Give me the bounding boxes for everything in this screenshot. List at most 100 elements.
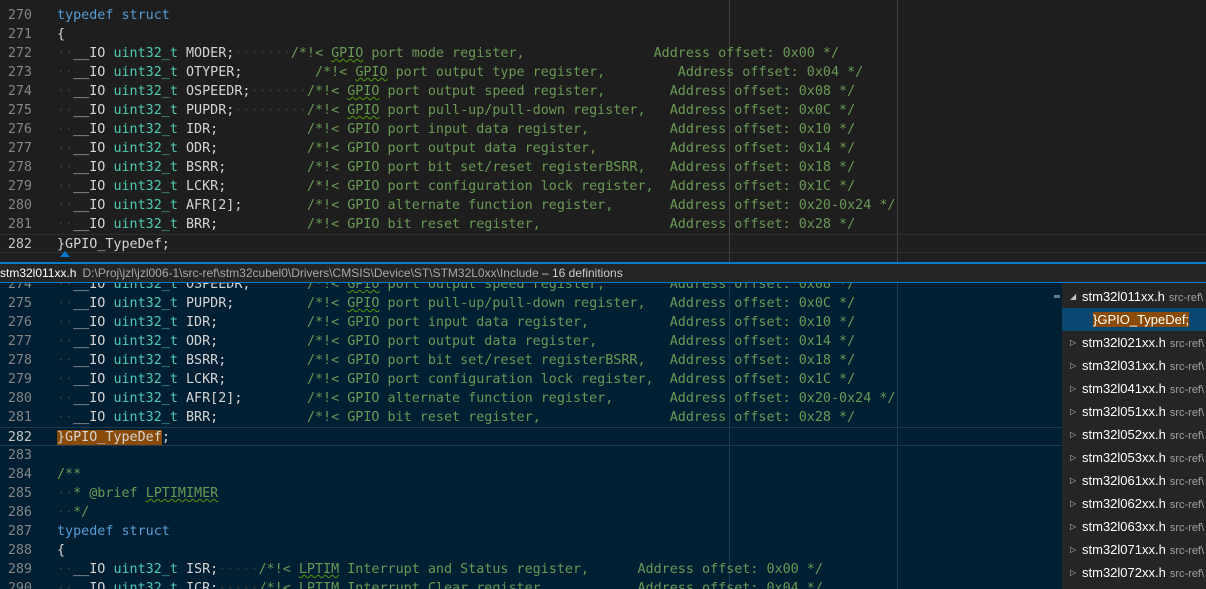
code-token: /*!< GPIO port bit set/reset registerBSR… [306,160,670,175]
code-line[interactable]: 274 ··__IO uint32_t OSPEEDR;·······/*!< G… [0,82,1206,101]
code-line[interactable]: 272 ··__IO uint32_t MODER;·······/*!< GPI… [0,44,1206,63]
peek-references-tree[interactable]: ◢ stm32l011xx.h src-ref\}GPIO_TypeDef; ▷ stm… [1062,283,1206,589]
code-line[interactable]: 278 ··__IO uint32_t BSRR; /*!< GPIO port … [0,158,1206,177]
tree-file-item[interactable]: ▷ stm32l051xx.h src-ref\ [1062,400,1206,423]
main-editor[interactable]: 270 typedef struct 271 {272 ··__IO uint32_t … [0,0,1206,262]
code-line[interactable]: 275 ··__IO uint32_t PUPDR;·········/*!< G… [0,101,1206,120]
chevron-down-icon[interactable]: ◢ [1070,285,1076,308]
peek-file-name[interactable]: stm32l011xx.h [0,266,76,280]
code-token: IDR; [177,315,307,330]
code-token: BSRR; [177,160,307,175]
code-token: Address offset: 0x18 */ [669,160,856,175]
line-number: 282 [7,430,32,445]
chevron-right-icon[interactable]: ▷ [1070,400,1076,423]
code-text: ··__IO uint32_t PUPDR;·········/*!< GPIO… [57,101,855,120]
chevron-right-icon[interactable]: ▷ [1070,561,1076,584]
code-line[interactable]: 280 ··__IO uint32_t AFR[2]; /*!< GPIO alt… [0,196,1206,215]
code-token: Address offset: 0x14 */ [669,141,856,156]
peek-editor[interactable]: 274 ··__IO uint32_t OSPEEDR; /*!< GPIO po… [0,283,1062,589]
tree-reference-item[interactable]: }GPIO_TypeDef; [1062,308,1206,331]
code-line[interactable]: 279 ··__IO uint32_t LCKR; /*!< GPIO port … [0,370,1062,389]
tree-file-item[interactable]: ▷ stm32l031xx.h src-ref\ [1062,354,1206,377]
line-number: 278 [7,353,32,368]
code-line[interactable]: 285 ··* @brief LPTIMIMER [0,484,1062,503]
code-line[interactable]: 286 ··*/ [0,503,1062,522]
code-line[interactable]: 271 { [0,25,1206,44]
chevron-right-icon[interactable]: ▷ [1070,492,1076,515]
code-token: * @brief [73,486,146,501]
tree-file-item[interactable]: ▷ stm32l061xx.h src-ref\ [1062,469,1206,492]
code-token: GPIO [355,65,388,80]
chevron-right-icon[interactable]: ▷ [1070,469,1076,492]
tree-file-item[interactable]: ▷ stm32l021xx.h src-ref\ [1062,331,1206,354]
line-number: 272 [7,46,32,61]
code-line[interactable]: 282}GPIO_TypeDef; [0,234,1206,253]
tree-file-item[interactable]: ▷ stm32l053xx.h src-ref\ [1062,446,1206,469]
tree-item-path: src-ref\ [1169,545,1205,557]
code-token: ·· [57,315,74,330]
tree-item-name: stm32l061xx.h [1082,473,1166,488]
code-line[interactable]: 288 { [0,541,1062,560]
tree-item-path: src-ref\ [1169,499,1205,511]
line-number: 280 [7,198,32,213]
code-line[interactable]: 275 ··__IO uint32_t PUPDR; /*!< GPIO port… [0,294,1062,313]
code-text: ··__IO uint32_t OSPEEDR; /*!< GPIO port … [57,283,855,294]
line-number: 282 [7,237,32,252]
tree-file-item[interactable]: ▷ stm32l071xx.h src-ref\ [1062,538,1206,561]
code-token: Interrupt and Status register, [339,562,638,577]
code-token: uint32_t [113,353,178,368]
code-token: ISR; [177,562,219,577]
code-line[interactable]: 284 /** [0,465,1062,484]
code-token: uint32_t [113,372,178,387]
code-line[interactable]: 273 ··__IO uint32_t OTYPER; /*!< GPIO por… [0,63,1206,82]
tree-file-item[interactable]: ▷ stm32l041xx.h src-ref\ [1062,377,1206,400]
chevron-right-icon[interactable]: ▷ [1070,331,1076,354]
tree-item-name: stm32l052xx.h [1082,427,1166,442]
tree-item-path: src-ref\ [1169,361,1205,373]
code-token: __IO [73,315,114,330]
code-line[interactable]: 281 ··__IO uint32_t BRR; /*!< GPIO bit re… [0,215,1206,234]
scrollbar-marker[interactable] [1054,295,1060,298]
code-line[interactable]: 282}GPIO_TypeDef; [0,427,1062,446]
code-token: /*!< [306,103,348,118]
code-line[interactable]: 276 ··__IO uint32_t IDR; /*!< GPIO port i… [0,120,1206,139]
code-token: __IO [73,581,114,589]
tree-file-item[interactable]: ▷ stm32l062xx.h src-ref\ [1062,492,1206,515]
code-line[interactable]: 278 ··__IO uint32_t BSRR; /*!< GPIO port … [0,351,1062,370]
line-number: 279 [7,179,32,194]
tree-file-item[interactable]: ◢ stm32l011xx.h src-ref\ [1062,285,1206,308]
tree-file-item[interactable]: ▷ stm32l072xx.h src-ref\ [1062,561,1206,584]
code-text: ··__IO uint32_t ICR;·····/*!< LPTIM Inte… [57,579,823,589]
code-line[interactable]: 277 ··__IO uint32_t ODR; /*!< GPIO port o… [0,332,1062,351]
code-token: /*!< [258,581,299,589]
tree-item-name: stm32l072xx.h [1082,565,1166,580]
tree-item-path: src-ref\ [1169,384,1205,396]
tree-file-item[interactable]: ▷ stm32l063xx.h src-ref\ [1062,515,1206,538]
code-token: /*!< GPIO port input data register, [306,122,670,137]
chevron-right-icon[interactable]: ▷ [1070,515,1076,538]
code-token: __IO [73,296,114,311]
chevron-right-icon[interactable]: ▷ [1070,377,1076,400]
code-line[interactable]: 287 typedef struct [0,522,1062,541]
code-line[interactable]: 279 ··__IO uint32_t LCKR; /*!< GPIO port … [0,177,1206,196]
code-line[interactable]: 274 ··__IO uint32_t OSPEEDR; /*!< GPIO po… [0,283,1062,294]
code-text: { [57,541,65,560]
code-token: ·· [57,198,74,213]
chevron-right-icon[interactable]: ▷ [1070,354,1076,377]
code-line[interactable]: 277 ··__IO uint32_t ODR; /*!< GPIO port o… [0,139,1206,158]
code-line[interactable]: 280 ··__IO uint32_t AFR[2]; /*!< GPIO alt… [0,389,1062,408]
tree-file-item[interactable]: ▷ stm32l052xx.h src-ref\ [1062,423,1206,446]
code-line[interactable]: 289 ··__IO uint32_t ISR;·····/*!< LPTIM I… [0,560,1062,579]
code-text: ··__IO uint32_t OTYPER; /*!< GPIO port o… [57,63,863,82]
chevron-right-icon[interactable]: ▷ [1070,538,1076,561]
chevron-right-icon[interactable]: ▷ [1070,446,1076,469]
code-line[interactable]: 290 ··__IO uint32_t ICR;·····/*!< LPTIM I… [0,579,1062,589]
chevron-right-icon[interactable]: ▷ [1070,423,1076,446]
code-line[interactable]: 270 typedef struct [0,6,1206,25]
code-token: /*!< [306,296,348,311]
code-line[interactable]: 281 ··__IO uint32_t BRR; /*!< GPIO bit re… [0,408,1062,427]
code-line[interactable]: 276 ··__IO uint32_t IDR; /*!< GPIO port i… [0,313,1062,332]
code-token: GPIO [347,283,380,292]
code-token: Address offset: 0x1C */ [669,372,856,387]
code-line[interactable]: 283 [0,446,1062,465]
